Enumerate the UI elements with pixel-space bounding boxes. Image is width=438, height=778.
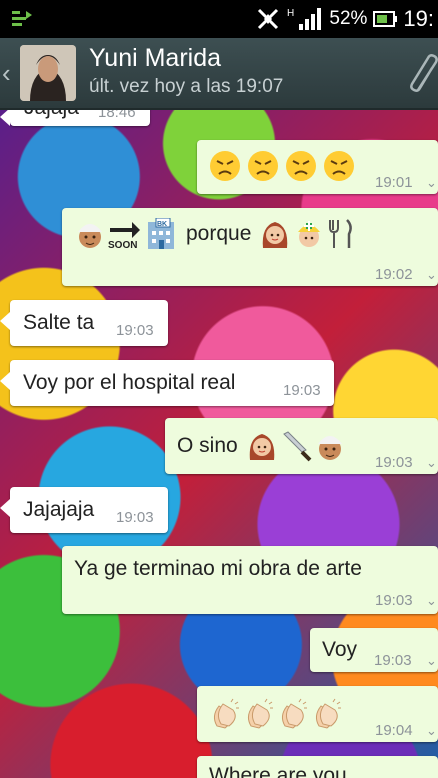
emoji-row	[209, 150, 355, 182]
chat-background[interactable]: Jajaja 18:46 19:01 ⌄ SOON BK porque 19:0…	[0, 110, 438, 778]
battery-percent: 52%	[329, 8, 368, 29]
angry-face-icon	[209, 150, 241, 182]
nurse-icon	[293, 218, 325, 250]
message-time: 19:03	[283, 382, 321, 399]
man-turban-icon	[314, 430, 346, 462]
message-text: Voy por el hospital real	[23, 371, 236, 394]
chevron-down-icon[interactable]: ⌄	[426, 455, 437, 471]
avatar[interactable]	[20, 45, 76, 101]
building-label: BK	[157, 221, 167, 228]
contact-name[interactable]: Yuni Marida	[89, 44, 221, 73]
chevron-down-icon[interactable]: ⌄	[426, 653, 437, 669]
message-outgoing[interactable]: O sino 19:03 ⌄	[165, 418, 438, 474]
message-text: Salte ta	[23, 311, 95, 334]
knife-icon	[282, 431, 312, 462]
clapping-hands-icon	[243, 698, 275, 730]
message-outgoing[interactable]: 19:01 ⌄	[197, 140, 438, 194]
silent-icon	[258, 8, 279, 30]
status-bar: H 52% 19:	[0, 0, 438, 38]
chevron-down-icon[interactable]: ⌄	[426, 175, 437, 191]
notification-icon	[12, 11, 32, 26]
woman-icon	[246, 430, 278, 462]
emoji-row: SOON BK porque	[74, 218, 355, 250]
message-time: 19:03	[116, 509, 154, 526]
angry-face-icon	[247, 150, 279, 182]
emoji-row	[209, 698, 343, 730]
hospital-building-icon: BK	[148, 218, 174, 249]
message-text: O sino	[177, 434, 238, 457]
message-text: Jajaja	[24, 110, 79, 120]
clapping-hands-icon	[209, 698, 241, 730]
chevron-down-icon[interactable]: ⌄	[426, 593, 437, 609]
battery-icon	[373, 11, 398, 27]
message-incoming[interactable]: Jajaja 18:46	[0, 110, 150, 126]
signal-icon: H	[287, 8, 322, 30]
message-text: porque	[186, 222, 252, 245]
message-time: 19:02	[375, 266, 413, 283]
status-clock: 19:	[403, 6, 434, 31]
message-incoming[interactable]: Voy por el hospital real 19:03	[0, 360, 334, 406]
message-time: 18:46	[98, 110, 136, 121]
message-time: 19:01	[375, 174, 413, 191]
woman-icon	[259, 218, 291, 250]
message-text: Voy	[322, 638, 358, 661]
message-text: Where are you	[209, 764, 347, 778]
message-time: 19:03	[375, 592, 413, 609]
message-time: 19:03	[374, 652, 412, 669]
message-time: 19:04	[375, 722, 413, 739]
angry-face-icon	[285, 150, 317, 182]
message-text: Jajajaja	[23, 498, 95, 521]
message-outgoing[interactable]: Where are you	[197, 756, 438, 778]
angry-face-icon	[323, 150, 355, 182]
chevron-down-icon[interactable]: ⌄	[426, 723, 437, 739]
fork-knife-icon	[329, 219, 353, 248]
svg-text:H: H	[287, 8, 294, 19]
message-outgoing[interactable]: Voy 19:03 ⌄	[310, 628, 438, 672]
soon-arrow-icon: SOON	[108, 222, 140, 250]
clapping-hands-icon	[277, 698, 309, 730]
emoji-row: O sino	[177, 430, 346, 462]
chat-header: ‹ Yuni Marida últ. vez hoy a las 19:07	[0, 38, 438, 110]
attach-icon[interactable]	[410, 54, 438, 94]
back-icon[interactable]: ‹	[2, 58, 11, 89]
clapping-hands-icon	[311, 698, 343, 730]
message-outgoing[interactable]: SOON BK porque 19:02 ⌄	[62, 208, 438, 286]
message-time: 19:03	[116, 322, 154, 339]
message-incoming[interactable]: Jajajaja 19:03	[0, 487, 168, 533]
message-text: Ya ge terminao mi obra de arte	[74, 557, 362, 580]
chevron-down-icon[interactable]: ⌄	[426, 267, 437, 283]
soon-label: SOON	[108, 240, 137, 250]
message-outgoing[interactable]: Ya ge terminao mi obra de arte 19:03 ⌄	[62, 546, 438, 614]
message-time: 19:03	[375, 454, 413, 471]
message-incoming[interactable]: Salte ta 19:03	[0, 300, 168, 346]
last-seen: últ. vez hoy a las 19:07	[89, 76, 284, 97]
message-outgoing[interactable]: 19:04 ⌄	[197, 686, 438, 742]
man-turban-icon	[74, 218, 106, 250]
